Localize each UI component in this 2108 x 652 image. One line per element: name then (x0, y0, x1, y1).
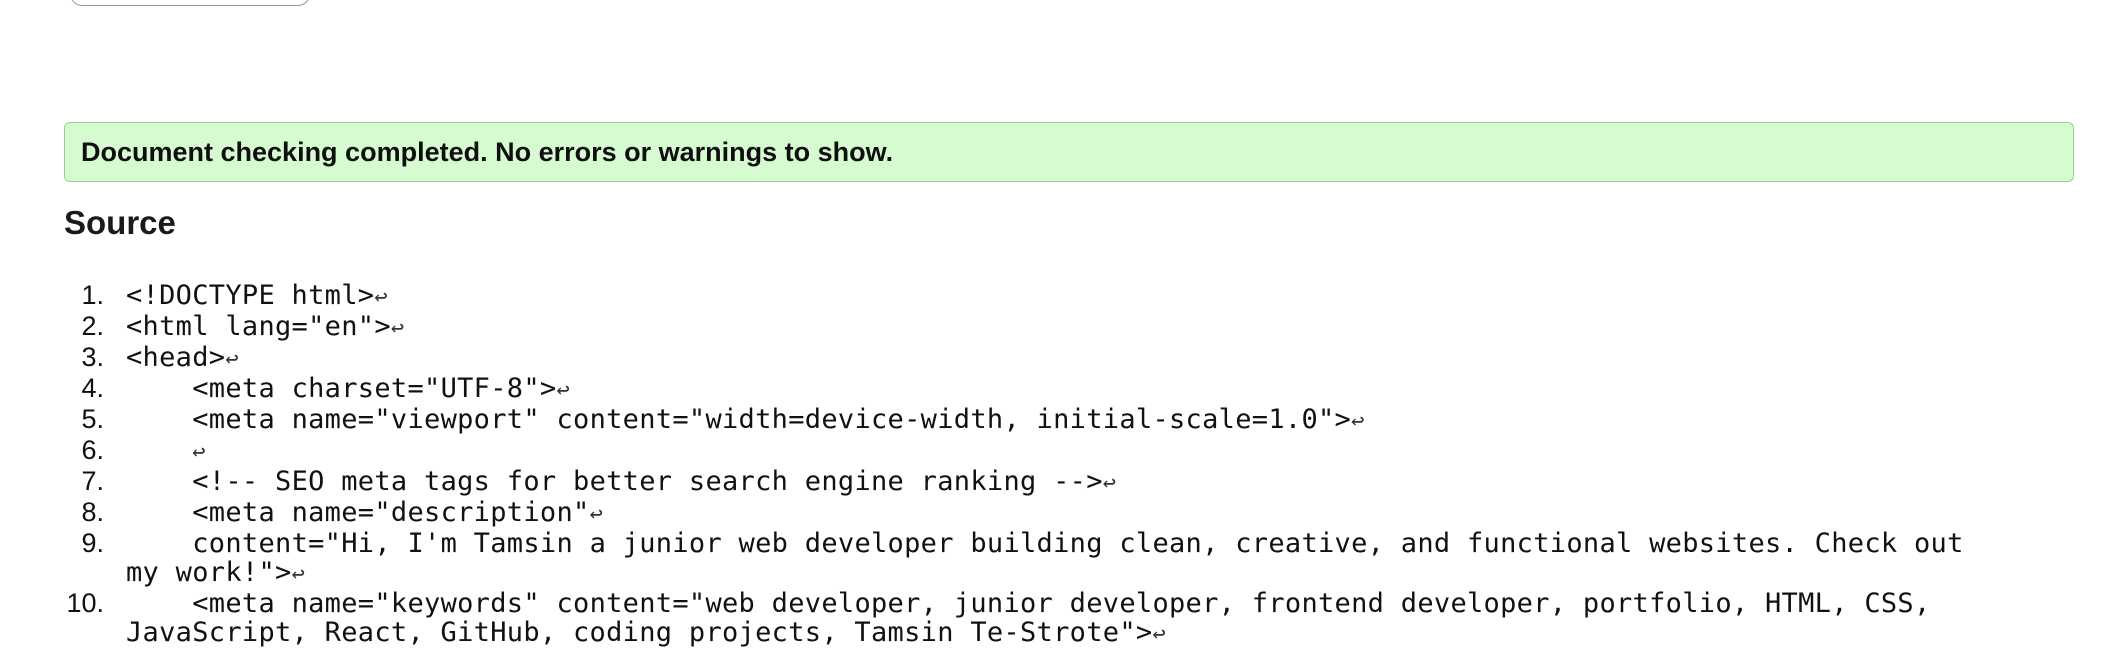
line-code-text (126, 435, 192, 466)
source-line: 8. <meta name="description"↩ (0, 498, 2108, 529)
line-code: <meta name="viewport" content="width=dev… (126, 405, 2006, 436)
line-code: <meta name="description"↩ (126, 498, 2006, 529)
line-code-text (126, 648, 192, 652)
line-code: <html lang="en">↩ (126, 312, 2006, 343)
line-break-icon: ↩ (390, 316, 405, 341)
line-break-icon: ↩ (589, 502, 604, 527)
success-message-box: Document checking completed. No errors o… (64, 122, 2074, 182)
source-line: 4. <meta charset="UTF-8">↩ (0, 374, 2108, 405)
line-break-icon: ↩ (1351, 409, 1365, 434)
source-line: 5. <meta name="viewport" content="width=… (0, 405, 2108, 436)
line-code: content="Hi, I'm Tamsin a junior web dev… (126, 529, 2006, 589)
line-code: <meta charset="UTF-8">↩ (126, 374, 2006, 405)
line-code: ↩ (126, 436, 2006, 467)
source-line: 9. content="Hi, I'm Tamsin a junior web … (0, 529, 2108, 589)
line-code-text: <head> (126, 342, 226, 373)
source-heading: Source (64, 204, 176, 241)
line-code-text: content="Hi, I'm Tamsin a junior web dev… (126, 528, 1981, 588)
line-number: 8. (81, 497, 104, 527)
line-code: <!DOCTYPE html>↩ (126, 281, 2006, 312)
line-code-text: <meta charset="UTF-8"> (126, 373, 557, 404)
line-code: <head>↩ (126, 343, 2006, 374)
source-line: 10. <meta name="keywords" content="web d… (0, 589, 2108, 649)
line-number: 5. (81, 404, 104, 434)
line-number: 2. (81, 311, 104, 341)
line-break-icon: ↩ (192, 440, 206, 465)
line-number: 6. (81, 435, 104, 465)
validator-page: Document checking completed. No errors o… (0, 0, 2108, 652)
line-code: <meta name="keywords" content="web devel… (126, 589, 2006, 649)
check-button[interactable] (70, 0, 310, 6)
line-break-icon: ↩ (225, 347, 239, 372)
source-line: 2. <html lang="en">↩ (0, 312, 2108, 343)
line-code-text: <!DOCTYPE html> (126, 280, 375, 311)
line-number: 10. (66, 588, 104, 618)
success-message: Document checking completed. No errors o… (81, 136, 894, 167)
line-number: 9. (81, 528, 104, 558)
line-break-icon: ↩ (1102, 471, 1117, 496)
line-break-icon: ↩ (556, 378, 570, 403)
source-code-list: 1. <!DOCTYPE html>↩ 2. <html lang="en">↩ 3. <… (0, 281, 2108, 652)
line-break-icon: ↩ (1152, 622, 1166, 647)
line-number: 4. (81, 373, 104, 403)
line-code: <!-- SEO meta tags for better search eng… (126, 467, 2006, 498)
source-line: 6. ↩ (0, 436, 2108, 467)
source-line: 3. <head>↩ (0, 343, 2108, 374)
line-number: 1. (81, 280, 104, 310)
line-code-text: <meta name="keywords" content="web devel… (126, 588, 1948, 648)
line-code-text: <meta name="viewport" content="width=dev… (126, 404, 1352, 435)
line-code-text: <meta name="description" (126, 497, 590, 528)
line-break-icon: ↩ (374, 285, 388, 310)
source-line: 7. <!-- SEO meta tags for better search … (0, 467, 2108, 498)
line-break-icon: ↩ (291, 562, 306, 587)
source-line: 1. <!DOCTYPE html>↩ (0, 281, 2108, 312)
line-number: 7. (81, 466, 104, 496)
line-number: 3. (81, 342, 104, 372)
line-code-text: <!-- SEO meta tags for better search eng… (126, 466, 1103, 497)
line-code-text: <html lang="en"> (126, 311, 391, 342)
